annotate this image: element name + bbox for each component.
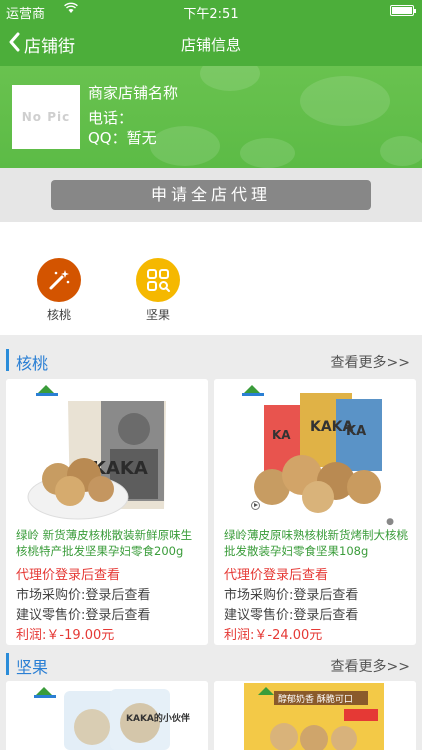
category-walnut[interactable]: 核桃 [29, 258, 89, 323]
play-icon[interactable] [251, 501, 260, 510]
section-header-nuts: 坚果 查看更多>> [0, 650, 422, 680]
decor-bubble [240, 138, 295, 168]
shop-phone: 电话： [88, 109, 134, 127]
product-image: 醇郁奶香 酥脆可口 [214, 681, 416, 750]
section-accent-bar [6, 653, 9, 675]
view-more-link[interactable]: 查看更多>> [331, 352, 410, 372]
agent-price: 代理价登录后查看 [16, 568, 121, 583]
decor-bubble [150, 126, 220, 166]
page-title: 店铺信息 [180, 36, 241, 54]
product-name: 绿岭薄皮原味熟核桃新货烤制大核桃批发散装孕妇零食坚果108g [224, 528, 408, 558]
section-title: 核桃 [16, 354, 49, 373]
view-more-link[interactable]: 查看更多>> [331, 656, 410, 676]
shop-logo: No Pic [12, 85, 80, 149]
magic-wand-icon [37, 258, 81, 302]
product-image: KAKA [6, 379, 208, 527]
market-price: 市场采购价:登录后查看 [16, 588, 151, 603]
indicator-dot: ● [386, 517, 394, 527]
decor-bubble [300, 76, 390, 126]
brand-text: KAKA的小伙伴 [126, 712, 190, 724]
market-price: 市场采购价:登录后查看 [224, 588, 359, 603]
product-image: KAKA的小伙伴 [6, 681, 208, 750]
category-label: 坚果 [145, 308, 170, 322]
category-panel: 核桃 坚果 [0, 222, 422, 335]
status-bar: 运营商 下午2:51 [0, 0, 422, 22]
product-card[interactable]: KAKA 绿岭 新货薄皮核桃散装新鲜原味生核桃特产批发坚果孕妇零食200g 代理… [6, 379, 208, 645]
product-card[interactable]: KA KAKA KA ● 绿岭薄皮原味熟核桃新货烤制大核桃批发散装孕妇零食坚果1… [214, 379, 416, 645]
shop-name: 商家店铺名称 [88, 84, 179, 102]
agent-price: 代理价登录后查看 [224, 568, 329, 583]
product-image: KA KAKA KA [214, 379, 416, 527]
decor-bubble [200, 66, 260, 91]
svg-text:KA: KA [272, 428, 291, 442]
section-title: 坚果 [16, 658, 49, 677]
category-label: 核桃 [46, 308, 71, 322]
grid-search-icon [136, 258, 180, 302]
nav-bar: 店铺街 店铺信息 [0, 22, 422, 66]
retail-price: 建议零售价:登录后查看 [16, 608, 151, 623]
tagline-text: 醇郁奶香 酥脆可口 [278, 693, 353, 705]
profit: 利润:￥-24.00元 [224, 628, 323, 643]
section-accent-bar [6, 349, 9, 371]
decor-bubble [380, 136, 422, 166]
product-name: 绿岭 新货薄皮核桃散装新鲜原味生核桃特产批发坚果孕妇零食200g [16, 528, 193, 558]
product-card[interactable]: 醇郁奶香 酥脆可口 [214, 681, 416, 750]
clock: 下午2:51 [183, 7, 239, 22]
svg-text:KA: KA [346, 424, 366, 439]
product-card[interactable]: KAKA的小伙伴 [6, 681, 208, 750]
profit: 利润:￥-19.00元 [16, 628, 115, 643]
shop-header: No Pic 商家店铺名称 电话： QQ：暂无 [0, 66, 422, 168]
category-nuts[interactable]: 坚果 [128, 258, 188, 323]
section-header-walnut: 核桃 查看更多>> [0, 346, 422, 376]
retail-price: 建议零售价:登录后查看 [224, 608, 359, 623]
battery-icon [390, 5, 416, 16]
apply-agent-band: 申请全店代理 [0, 168, 422, 222]
apply-agent-button[interactable]: 申请全店代理 [51, 180, 371, 210]
shop-qq: QQ：暂无 [88, 129, 157, 147]
